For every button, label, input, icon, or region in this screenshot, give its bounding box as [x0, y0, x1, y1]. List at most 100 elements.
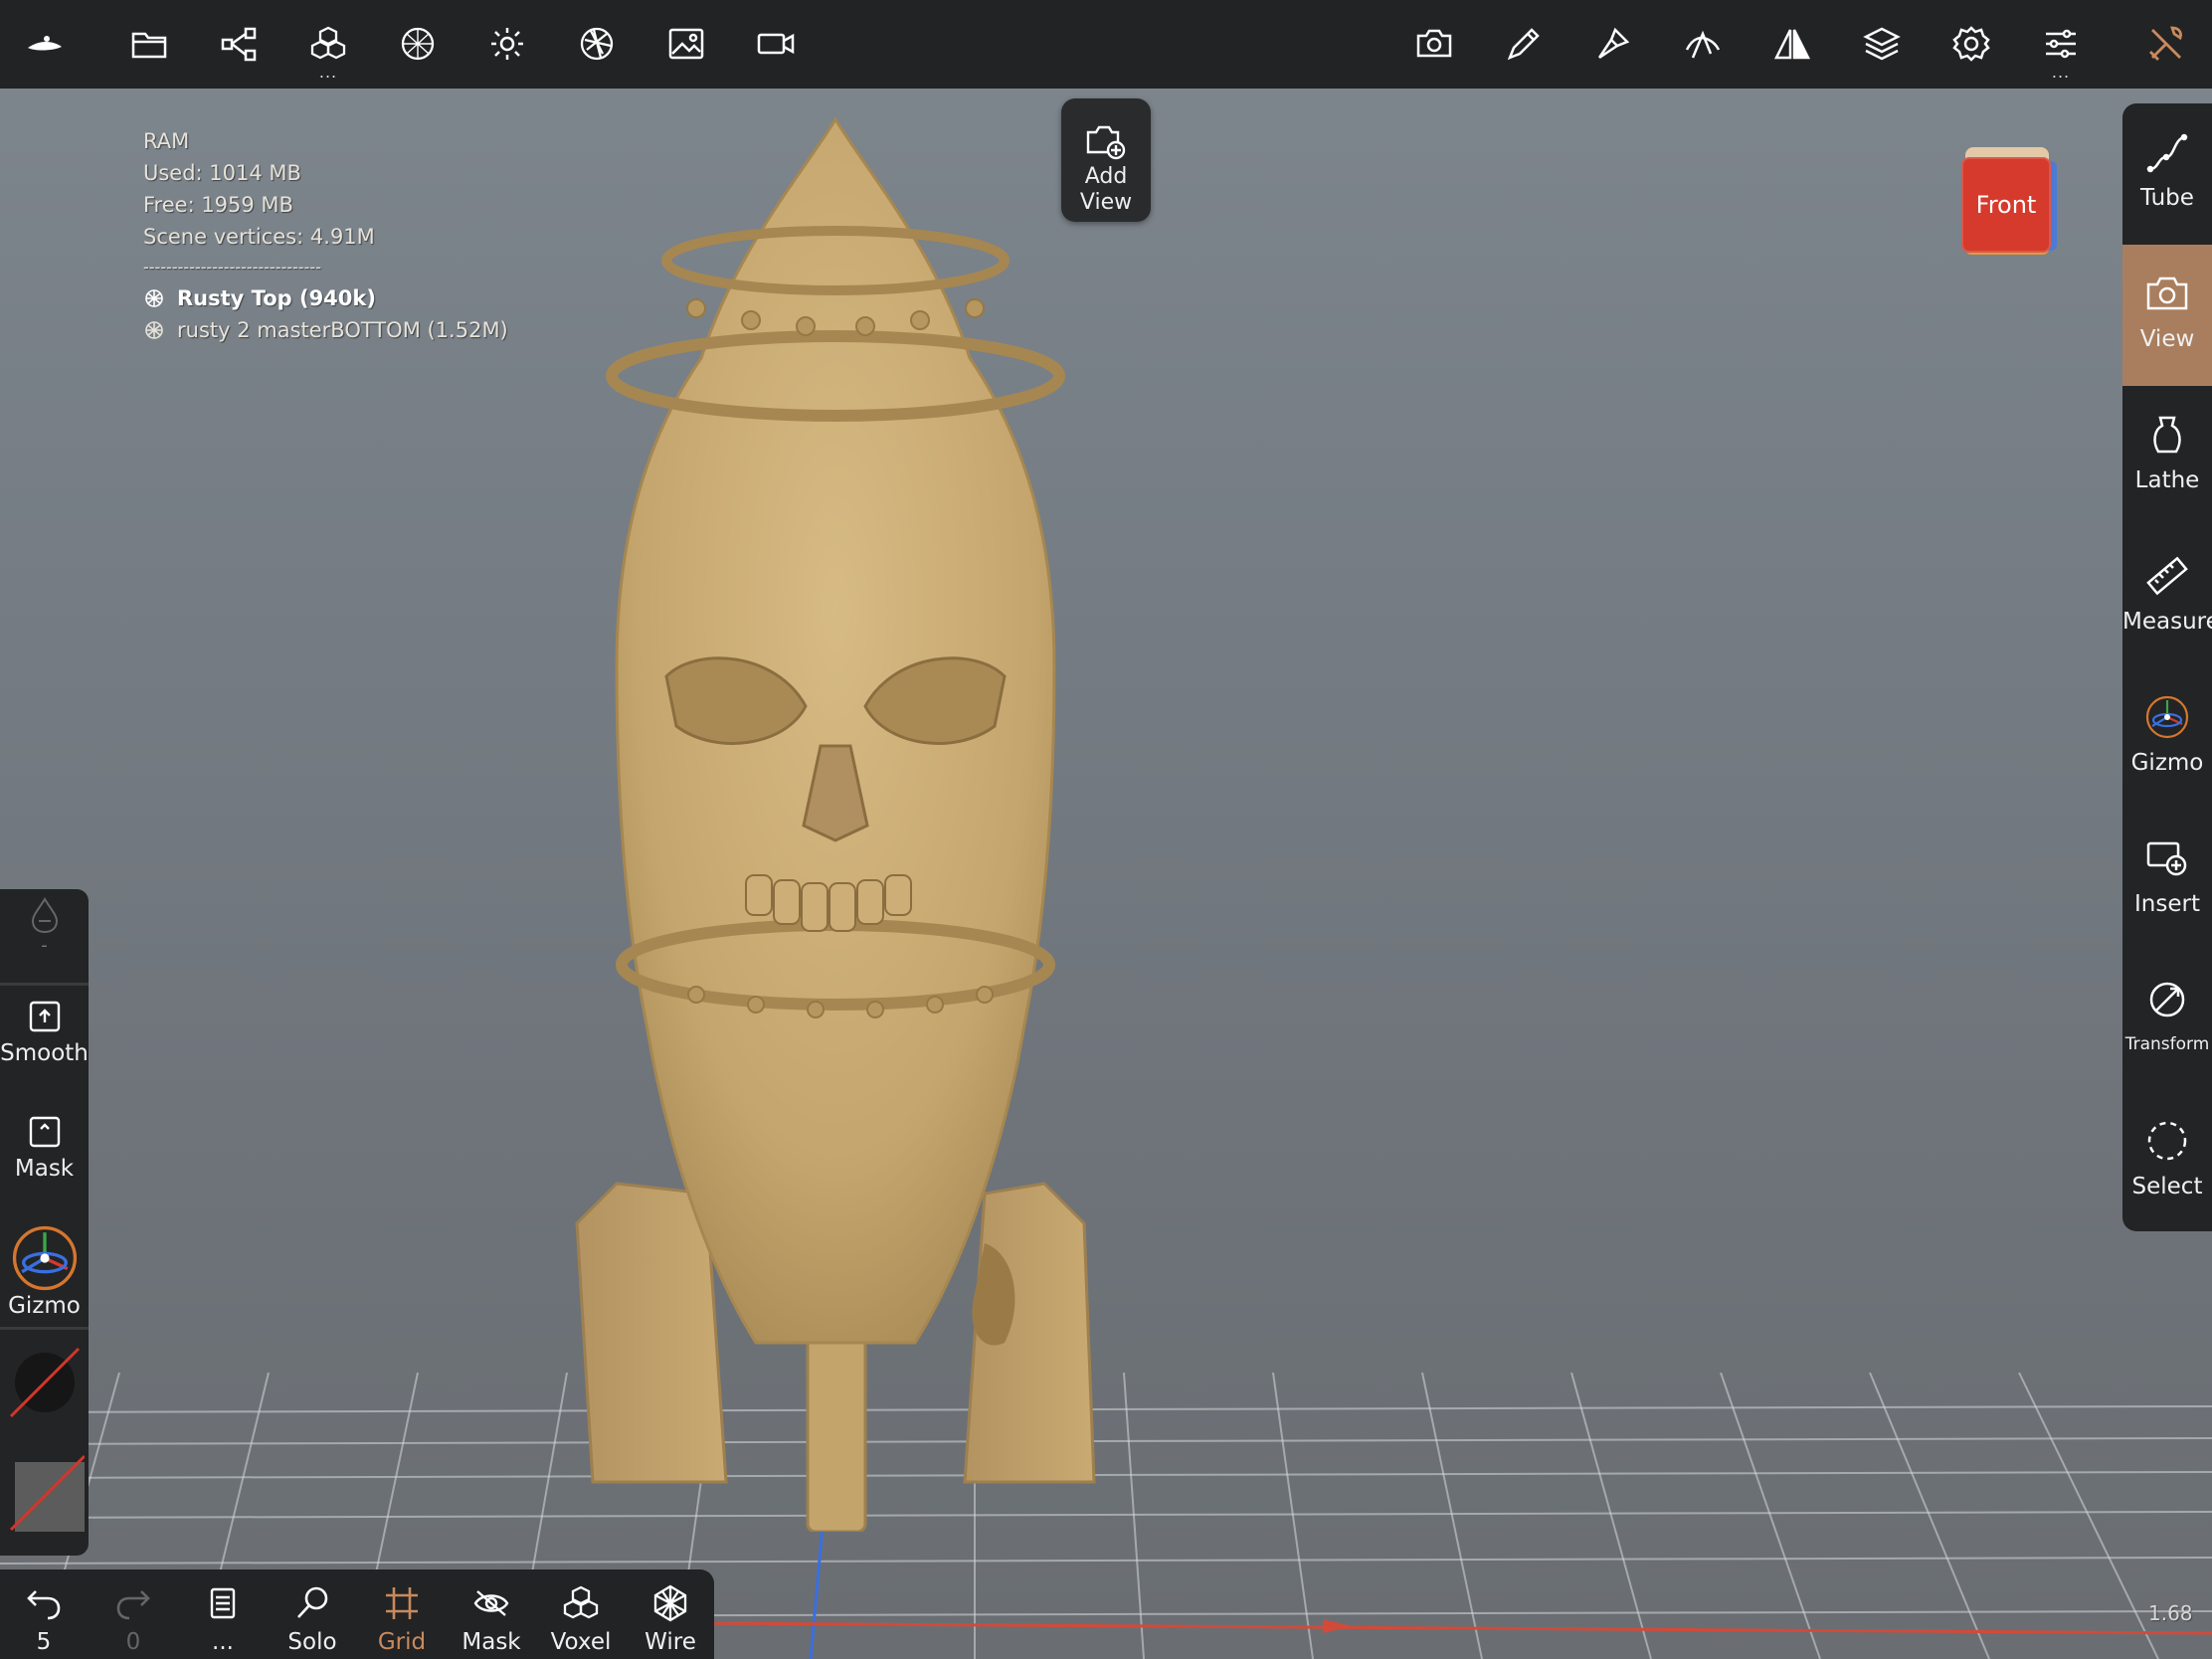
left-tool-panel: - Smooth Mask Gizmo	[0, 889, 89, 1556]
tool-gizmo[interactable]: Gizmo	[0, 1223, 89, 1319]
scene-vertices: Scene vertices: 4.91M	[143, 225, 375, 249]
sliders-icon[interactable]: ...	[2031, 14, 2091, 82]
mesh-label: Rusty Top (940k)	[177, 286, 376, 310]
cube-front-face[interactable]: Front	[1961, 157, 2051, 253]
info-separator: -------------------------------	[143, 258, 321, 276]
tool-insert[interactable]: Insert	[2122, 810, 2212, 951]
ram-free: Free: 1959 MB	[143, 193, 293, 217]
folder-icon[interactable]	[119, 14, 179, 74]
mask-visibility-button[interactable]: Mask	[452, 1583, 531, 1655]
tool-view[interactable]: View	[2122, 245, 2212, 386]
material-texture-swatch[interactable]	[0, 1452, 89, 1532]
undo-count: 5	[36, 1629, 52, 1655]
add-view-label-line2: View	[1079, 190, 1133, 215]
camera-add-icon	[1086, 125, 1126, 160]
camera-icon[interactable]	[1404, 14, 1464, 74]
wireframe-icon	[653, 1584, 687, 1622]
eye-slash-icon	[473, 1590, 509, 1616]
more-indicator: ...	[212, 1629, 234, 1655]
mesh-list-item[interactable]: rusty 2 masterBOTTOM (1.52M)	[143, 314, 508, 346]
mesh-list-item[interactable]: Rusty Top (940k)	[143, 282, 508, 314]
insert-icon	[2146, 841, 2187, 876]
more-indicator: ...	[318, 63, 338, 82]
pen-icon[interactable]	[1494, 14, 1554, 74]
history-menu-button[interactable]: ...	[183, 1583, 263, 1655]
redo-button[interactable]: 0	[93, 1583, 173, 1655]
no-texture-square-icon	[9, 1454, 85, 1532]
material-color-swatch[interactable]	[0, 1343, 89, 1422]
app-logo-icon[interactable]	[14, 14, 74, 74]
mesh-label: rusty 2 masterBOTTOM (1.52M)	[177, 318, 508, 342]
mirror-icon[interactable]	[1762, 14, 1822, 74]
voxel-label: Voxel	[550, 1629, 612, 1655]
camera-icon	[2146, 276, 2188, 310]
tools-icon[interactable]	[2136, 14, 2196, 74]
view-cube[interactable]: Front	[1959, 147, 2057, 257]
top-toolbar: ... ...	[0, 0, 2212, 89]
settings-gear-icon[interactable]	[1941, 14, 2001, 74]
add-view-label-line1: Add	[1084, 164, 1128, 189]
stroke-icon[interactable]	[1673, 14, 1733, 74]
voxel-button[interactable]: Voxel	[541, 1583, 621, 1655]
tool-lathe[interactable]: Lathe	[2122, 386, 2212, 527]
material-sphere-icon[interactable]	[388, 14, 448, 74]
divider	[0, 1327, 89, 1330]
video-camera-icon[interactable]	[746, 14, 806, 74]
smooth-icon	[29, 1001, 60, 1032]
gizmo-icon	[12, 1225, 77, 1291]
tool-label: View	[2139, 326, 2195, 352]
zoom-readout: 1.68	[2148, 1601, 2193, 1625]
tube-curve-icon	[2146, 133, 2188, 173]
tool-select[interactable]: Select	[2122, 1092, 2212, 1233]
tool-label: Gizmo	[2130, 750, 2204, 776]
tool-gizmo[interactable]: Gizmo	[2122, 668, 2212, 810]
scene-tree-icon[interactable]	[209, 14, 269, 74]
undo-button[interactable]: 5	[4, 1583, 84, 1655]
tool-measure[interactable]: Measure	[2122, 527, 2212, 668]
wireframe-button[interactable]: Wire	[631, 1583, 710, 1655]
scene-info-overlay: RAM Used: 1014 MB Free: 1959 MB Scene ve…	[143, 125, 508, 346]
drop-icon	[31, 897, 58, 934]
divider	[0, 983, 89, 986]
sun-icon[interactable]	[477, 14, 537, 74]
radius-slider[interactable]: -	[0, 889, 89, 979]
sculpted-rocket-skull-model[interactable]	[557, 109, 1114, 1532]
image-icon[interactable]	[656, 14, 716, 74]
wire-label: Wire	[645, 1629, 696, 1655]
tool-smooth[interactable]: Smooth	[0, 999, 89, 1066]
grid-icon	[386, 1587, 418, 1619]
solo-label: Solo	[287, 1629, 337, 1655]
primitive-cubes-icon[interactable]: ...	[298, 14, 358, 82]
tool-mask[interactable]: Mask	[0, 1114, 89, 1182]
search-icon	[297, 1586, 328, 1618]
tool-label: Gizmo	[8, 1293, 81, 1319]
grid-label: Grid	[377, 1629, 427, 1655]
aperture-icon[interactable]	[567, 14, 627, 74]
undo-icon	[27, 1590, 61, 1620]
redo-count: 0	[125, 1629, 141, 1655]
tool-label: Mask	[14, 1156, 75, 1182]
tool-transform[interactable]: Transform	[2122, 951, 2212, 1092]
mask-icon	[29, 1116, 60, 1148]
add-view-button[interactable]: Add View	[1061, 98, 1151, 222]
tool-label: Measure	[2122, 609, 2212, 635]
no-color-circle-icon	[9, 1347, 80, 1418]
voxel-icon	[563, 1585, 599, 1619]
tool-label: Transform	[2124, 1034, 2210, 1054]
ram-label: RAM	[143, 129, 190, 153]
grid-toggle-button[interactable]: Grid	[362, 1583, 442, 1655]
layers-icon[interactable]	[1852, 14, 1912, 74]
transform-icon	[2149, 982, 2185, 1017]
gizmo-icon	[2145, 695, 2189, 739]
mask-label: Mask	[461, 1629, 521, 1655]
tool-label: Insert	[2134, 891, 2200, 917]
tool-label: Select	[2131, 1174, 2203, 1199]
brush-icon[interactable]	[1583, 14, 1643, 74]
ram-used: Used: 1014 MB	[143, 161, 301, 185]
solo-button[interactable]: Solo	[273, 1583, 352, 1655]
tool-label: Smooth	[0, 1040, 89, 1066]
document-icon	[210, 1587, 236, 1619]
ruler-icon	[2146, 556, 2188, 596]
tool-tube[interactable]: Tube	[2122, 103, 2212, 245]
dashed-circle-icon	[2147, 1121, 2187, 1161]
